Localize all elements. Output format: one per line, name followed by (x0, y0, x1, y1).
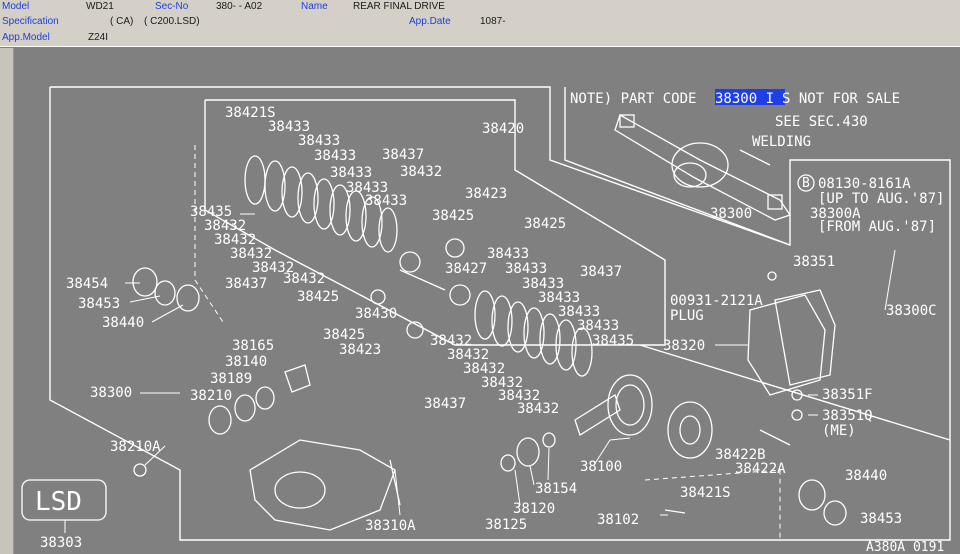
part-label[interactable]: 38453 (860, 511, 902, 527)
part-label[interactable]: 38140 (225, 354, 267, 370)
name-value: REAR FINAL DRIVE (353, 1, 445, 12)
part-label[interactable]: 38437 (580, 264, 622, 280)
plug-label: PLUG (670, 308, 704, 324)
part-label[interactable]: 38440 (845, 468, 887, 484)
part-label[interactable]: 38102 (597, 512, 639, 528)
part-label[interactable]: 38437 (424, 396, 466, 412)
model-label: Model (2, 1, 30, 12)
plug-code[interactable]: 00931-2121A (670, 293, 763, 309)
bolt-code[interactable]: 08130-8161A (818, 176, 911, 192)
note-prefix: NOTE) PART CODE (570, 91, 696, 107)
part-label[interactable]: 38189 (210, 371, 252, 387)
part-label[interactable]: 38425 (297, 289, 339, 305)
note-suffix: S NOT FOR SALE (782, 91, 900, 107)
secno-value: 380- - A02 (216, 1, 263, 12)
me-label: (ME) (822, 423, 856, 439)
gear-carrier-housing (249, 439, 401, 531)
appmodel-label: App.Model (2, 32, 50, 43)
part-label[interactable]: 38433 (314, 148, 356, 164)
secno-label: Sec-No (155, 1, 189, 12)
spec-value-2: ( C200.LSD) (144, 16, 200, 27)
appmodel-value: Z24I (88, 32, 109, 43)
part-label[interactable]: 38422A (735, 461, 786, 477)
axle-housing-illustration (614, 114, 792, 221)
part-label[interactable]: 38210A (110, 439, 161, 455)
part-label[interactable]: 38433 (330, 165, 372, 181)
part-label[interactable]: 38120 (513, 501, 555, 517)
part-label[interactable]: 38433 (577, 318, 619, 334)
part-label[interactable]: 38433 (298, 133, 340, 149)
part-label[interactable]: 38454 (66, 276, 108, 292)
part-label[interactable]: 38421S (680, 485, 731, 501)
parts-diagram-panel[interactable]: NOTE) PART CODE 38300 I S NOT FOR SALE S… (14, 48, 960, 554)
part-label[interactable]: 38320 (663, 338, 705, 354)
diagram-ref: A380A 0191 (866, 540, 944, 554)
part-label[interactable]: 38433 (365, 193, 407, 209)
part-label[interactable]: 38432 (400, 164, 442, 180)
part-label[interactable]: 38425 (524, 216, 566, 232)
note-outline (564, 87, 791, 246)
part-label[interactable]: 38430 (355, 306, 397, 322)
part-label[interactable]: 38165 (232, 338, 274, 354)
part-label[interactable]: 38351Q (822, 408, 873, 424)
part-label[interactable]: 38300 (710, 206, 752, 222)
part-label[interactable]: 38100 (580, 459, 622, 475)
part-label[interactable]: 38210 (190, 388, 232, 404)
ring-gear-and-case (574, 374, 791, 459)
bolt-upto: [UP TO AUG.'87] (818, 191, 944, 207)
note-code[interactable]: 38300 I (715, 91, 774, 107)
left-gutter (0, 48, 14, 554)
part-label[interactable]: 38310A (365, 518, 416, 534)
lsd-label: LSD (35, 487, 82, 517)
header-bar: Model WD21 Sec-No 380- - A02 Name REAR F… (0, 0, 960, 46)
part-label[interactable]: 38351 (793, 254, 835, 270)
part-label[interactable]: 38433 (505, 261, 547, 277)
part-label[interactable]: 38432 (517, 401, 559, 417)
divider-line (639, 344, 951, 441)
part-label[interactable]: 38420 (482, 121, 524, 137)
name-label: Name (301, 1, 328, 12)
part-label[interactable]: 38425 (323, 327, 365, 343)
appdate-value: 1087- (480, 16, 506, 27)
part-label[interactable]: 38351F (822, 387, 873, 403)
right-bracket (644, 469, 781, 540)
model-value: WD21 (86, 1, 114, 12)
welding-label: WELDING (752, 134, 811, 150)
part-label[interactable]: 38435 (592, 333, 634, 349)
appdate-label: App.Date (409, 16, 451, 27)
seals-left (132, 267, 200, 312)
part-label[interactable]: 38423 (465, 186, 507, 202)
part-label[interactable]: 38300C (886, 303, 937, 319)
part-label[interactable]: 38432 (283, 271, 325, 287)
part-label[interactable]: 38425 (432, 208, 474, 224)
exploded-diagram: NOTE) PART CODE 38300 I S NOT FOR SALE S… (21, 86, 951, 554)
part-label[interactable]: 38440 (102, 315, 144, 331)
pinion-gears (370, 238, 471, 339)
part-label[interactable]: 38423 (339, 342, 381, 358)
bolt-from: [FROM AUG.'87] (818, 219, 936, 235)
bolt-symbol-letter: B (802, 176, 810, 191)
spec-value-1: ( CA) (110, 16, 134, 27)
spec-label: Specification (2, 16, 59, 27)
part-label[interactable]: 38303 (40, 535, 82, 551)
part-label[interactable]: 38453 (78, 296, 120, 312)
see-sec: SEE SEC.430 (775, 114, 868, 130)
part-label[interactable]: 38154 (535, 481, 577, 497)
part-label[interactable]: 38433 (487, 246, 529, 262)
part-label[interactable]: 38437 (225, 276, 267, 292)
part-label[interactable]: 38427 (445, 261, 487, 277)
part-label[interactable]: 38125 (485, 517, 527, 533)
part-label[interactable]: 38437 (382, 147, 424, 163)
part-label[interactable]: 38300 (90, 385, 132, 401)
